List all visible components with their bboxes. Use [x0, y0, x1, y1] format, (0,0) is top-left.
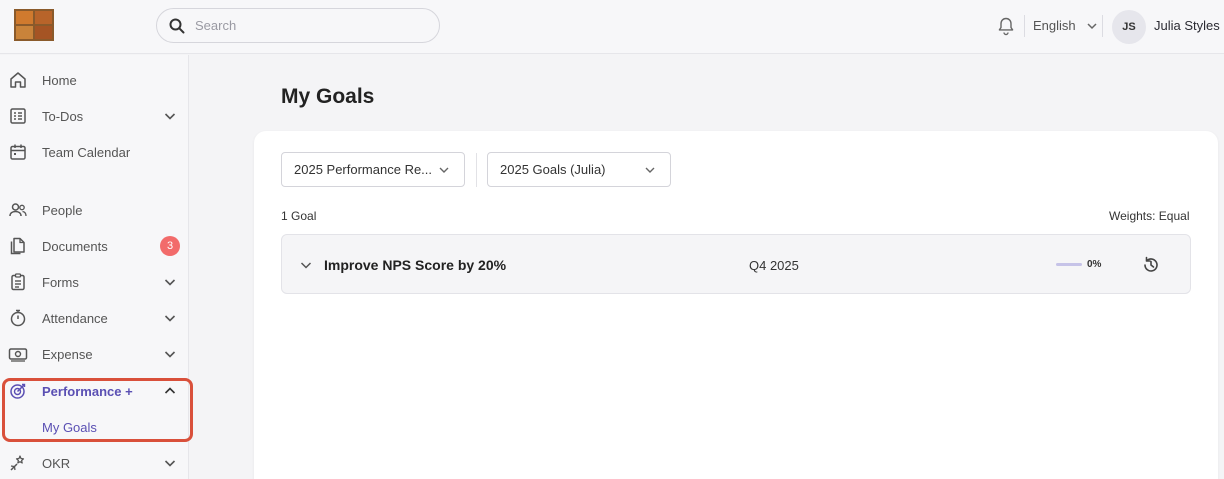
chevron-down-icon	[439, 167, 449, 173]
chevron-down-icon[interactable]	[163, 275, 177, 289]
goal-set-value: 2025 Goals (Julia)	[500, 162, 606, 177]
goal-set-dropdown[interactable]: 2025 Goals (Julia)	[487, 152, 671, 187]
review-cycle-value: 2025 Performance Re...	[294, 162, 433, 177]
home-icon	[8, 70, 28, 90]
sidebar-item-forms[interactable]: Forms	[0, 264, 189, 300]
goal-count: 1 Goal	[281, 209, 317, 223]
sidebar-item-expense[interactable]: Expense	[0, 336, 189, 372]
header-divider	[1102, 15, 1103, 37]
goal-progress-bar	[1056, 263, 1082, 266]
chevron-down-icon[interactable]	[163, 109, 177, 123]
sidebar-item-documents[interactable]: Documents 3	[0, 228, 189, 264]
chevron-down-icon[interactable]	[299, 258, 313, 272]
sidebar-item-attendance[interactable]: Attendance	[0, 300, 189, 336]
sidebar-item-label: Attendance	[42, 310, 108, 326]
chevron-down-icon	[1087, 22, 1097, 29]
sidebar-item-label: To-Dos	[42, 108, 84, 124]
sidebar-subitem-my-goals[interactable]: My Goals	[42, 420, 97, 435]
forms-icon	[8, 272, 28, 292]
calendar-icon	[8, 142, 28, 162]
chevron-down-icon[interactable]	[163, 311, 177, 325]
chevron-down-icon[interactable]	[163, 456, 177, 470]
goal-quarter: Q4 2025	[749, 258, 799, 273]
search-icon	[169, 18, 185, 33]
top-header: English JS Julia Styles	[0, 0, 1224, 54]
user-avatar[interactable]: JS	[1112, 10, 1146, 44]
sidebar-item-home[interactable]: Home	[0, 62, 189, 98]
chevron-down-icon	[645, 167, 655, 173]
sidebar-item-label: Home	[42, 72, 77, 88]
sidebar-item-label: OKR	[42, 455, 71, 471]
okr-icon	[8, 453, 28, 473]
company-logo[interactable]	[14, 9, 54, 41]
chevron-up-icon[interactable]	[163, 384, 177, 398]
todo-list-icon	[8, 106, 28, 126]
sidebar-item-performance[interactable]: Performance +	[0, 373, 189, 409]
notification-bell-icon[interactable]	[996, 16, 1016, 36]
history-icon[interactable]	[1141, 255, 1161, 275]
people-icon	[8, 200, 28, 220]
language-label: English	[1033, 18, 1076, 33]
page-title: My Goals	[281, 85, 375, 108]
sidebar-item-label: Expense	[42, 346, 93, 362]
sidebar-item-label: Documents	[42, 238, 108, 254]
sidebar-item-label: Team Calendar	[42, 144, 131, 160]
performance-icon	[8, 381, 28, 401]
goal-progress-label: 0%	[1087, 259, 1102, 270]
notification-count-badge: 3	[160, 236, 180, 256]
sidebar-item-team-calendar[interactable]: Team Calendar	[0, 134, 189, 170]
sidebar-item-label: People	[42, 202, 83, 218]
filter-divider	[476, 153, 477, 187]
goal-title[interactable]: Improve NPS Score by 20%	[324, 257, 506, 273]
review-cycle-dropdown[interactable]: 2025 Performance Re...	[281, 152, 465, 187]
search-bar[interactable]	[156, 8, 440, 43]
chevron-down-icon[interactable]	[163, 347, 177, 361]
goal-row[interactable]: Improve NPS Score by 20% Q4 2025 0%	[281, 234, 1191, 294]
sidebar-item-okr[interactable]: OKR	[0, 445, 189, 479]
header-divider	[1024, 15, 1025, 37]
search-input[interactable]	[195, 18, 415, 33]
sidebar-item-label: Performance +	[42, 383, 133, 399]
sidebar-item-people[interactable]: People	[0, 192, 189, 228]
user-name[interactable]: Julia Styles	[1154, 18, 1220, 33]
documents-icon	[8, 236, 28, 256]
money-icon	[8, 344, 28, 364]
language-selector[interactable]: English	[1033, 18, 1098, 33]
stopwatch-icon	[8, 308, 28, 328]
sidebar-item-label: Forms	[42, 274, 79, 290]
weights-label: Weights: Equal	[1109, 209, 1190, 223]
sidebar-item-todos[interactable]: To-Dos	[0, 98, 189, 134]
